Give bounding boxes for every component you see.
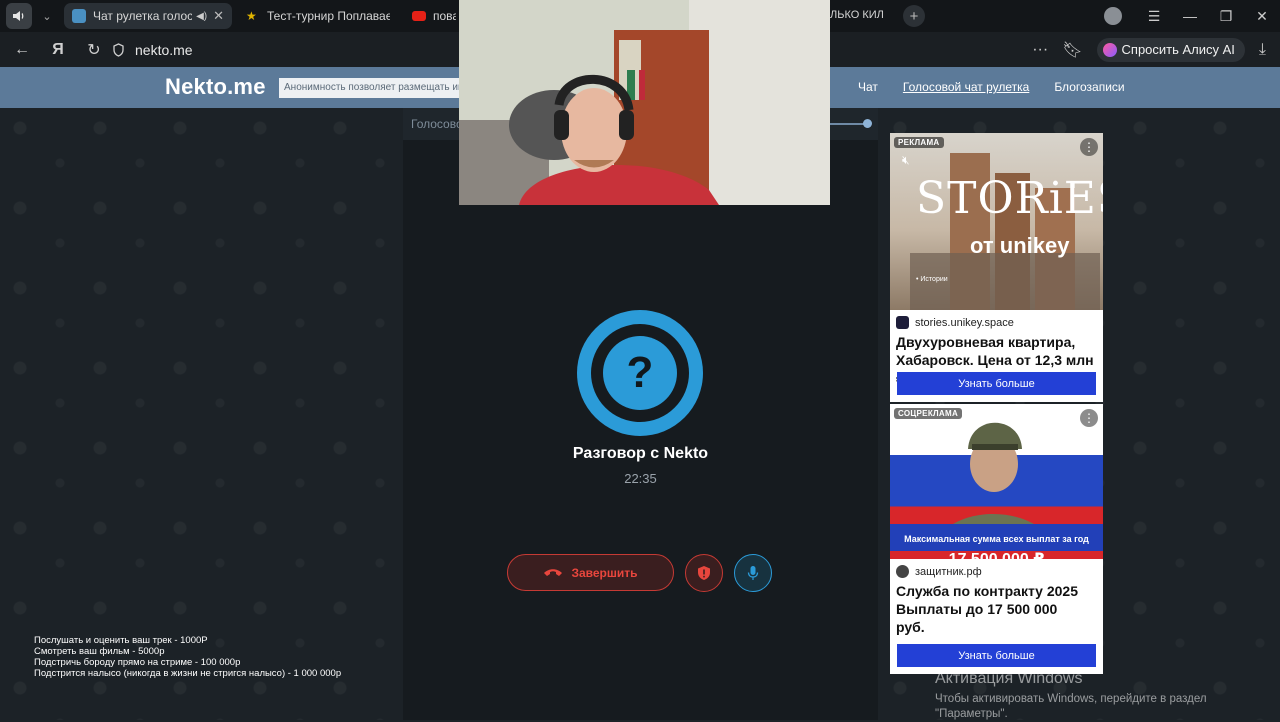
webcam-image (459, 0, 830, 205)
star-favicon-icon: ★ (246, 9, 257, 23)
window-controls: ☰ — ❐ ✕ (1104, 0, 1280, 32)
price-item: Послушать и оценить ваш трек - 1000Р (34, 635, 208, 646)
tab-title: повар (433, 9, 456, 23)
tab-title: Тест-турнир Поплаваешь (267, 9, 390, 23)
report-button[interactable] (685, 554, 723, 592)
menu-icon[interactable]: ☰ (1136, 8, 1172, 25)
tab-audio-icon: ◀) (196, 10, 208, 22)
unikey-favicon-icon (896, 316, 909, 329)
speaker-icon (13, 11, 24, 21)
ad-label: РЕКЛАМА (894, 137, 944, 148)
ad-image-title: STORiES (916, 173, 1103, 224)
ad-cta-button[interactable]: Узнать больше (897, 644, 1096, 667)
ad-image-caption: • Истории (916, 276, 948, 283)
streamer-webcam (459, 0, 830, 205)
end-call-button[interactable]: Завершить (507, 554, 674, 591)
end-call-label: Завершить (571, 565, 638, 580)
site-nav: Чат Голосовой чат рулетка Блогозаписи (858, 80, 1125, 94)
mute-icon[interactable]: 🔇︎ (902, 153, 910, 168)
tab-nekto[interactable]: Чат рулетка голосов ◀) ✕ (64, 3, 232, 29)
ad-domain-text: защитник.рф (915, 565, 982, 578)
ad-cta-button[interactable]: Узнать больше (897, 372, 1096, 395)
watermark-title: Активация Windows (935, 670, 1083, 687)
tab-list-chevron-icon[interactable]: ⌄ (36, 5, 58, 27)
ad-label: СОЦРЕКЛАМА (894, 408, 963, 419)
ad-domain: stories.unikey.space (890, 310, 1103, 329)
bookmark-icon[interactable]: 🔖︎ (1062, 40, 1082, 60)
arrow-circle-icon (896, 565, 909, 578)
ad-image-banner-text: Максимальная сумма всех выплат за год (904, 534, 1089, 544)
nav-link-voice-roulette[interactable]: Голосовой чат рулетка (903, 80, 1029, 94)
volume-knob[interactable] (863, 119, 872, 128)
back-arrow-icon[interactable]: ← (8, 36, 36, 64)
question-mark-icon: ? (603, 336, 677, 410)
ad-domain-text: stories.unikey.space (915, 316, 1014, 329)
nav-link-blog[interactable]: Блогозаписи (1054, 80, 1124, 94)
microphone-button[interactable] (734, 554, 772, 592)
tab-youtube[interactable]: повар (404, 3, 464, 29)
yandex-icon[interactable]: Я (44, 36, 72, 64)
advertisement-contract-service[interactable]: СОЦРЕКЛАМА ⋮ Максимальная сумма всех вып… (890, 404, 1103, 674)
tab-tournament[interactable]: ★ Тест-турнир Поплаваешь (238, 3, 398, 29)
avatar-ring: ? (591, 324, 689, 422)
price-item: Подстрится налысо (никогда в жизни не ст… (34, 668, 342, 679)
stream-price-list: Послушать и оценить ваш трек - 1000Р Смо… (34, 635, 341, 679)
reload-icon[interactable]: ↻ (80, 36, 108, 64)
anonymity-notice: Анонимность позволяет размещать инф (279, 78, 459, 98)
price-item: Подстричь бороду прямо на стриме - 100 0… (34, 657, 241, 668)
shield-alert-icon (698, 566, 710, 580)
nav-link-chat[interactable]: Чат (858, 80, 878, 94)
nekto-favicon-icon (72, 9, 86, 23)
ask-alice-button[interactable]: Спросить Алису AI (1096, 37, 1245, 62)
shield-icon (113, 42, 124, 57)
ad-domain: защитник.рф (890, 559, 1103, 578)
new-tab-plus-icon[interactable]: + (903, 5, 925, 27)
partner-avatar: ? (577, 310, 703, 436)
watermark-subtitle: Чтобы активировать Windows, перейдите в … (935, 693, 1207, 705)
ad-image-banner: Максимальная сумма всех выплат за год 17… (890, 524, 1103, 559)
minimize-icon[interactable]: — (1172, 8, 1208, 24)
hang-up-phone-icon (544, 568, 563, 576)
tab-title-fragment: ЛЬКО КИЛ (830, 9, 884, 21)
restore-icon[interactable]: ❐ (1208, 8, 1244, 25)
site-logo[interactable]: Nekto.me (165, 74, 266, 100)
tab-title: Чат рулетка голосов (93, 9, 193, 23)
ad-more-icon[interactable]: ⋮ (1080, 138, 1098, 156)
ad-more-icon[interactable]: ⋮ (1080, 409, 1098, 427)
tab-close-icon[interactable]: ✕ (213, 8, 224, 24)
more-dots-icon[interactable]: ··· (1032, 41, 1048, 59)
sound-toggle-button[interactable] (6, 3, 32, 29)
youtube-favicon-icon (412, 11, 426, 21)
ad-image: РЕКЛАМА ⋮ 🔇︎ STORiES от unikey • Истории (890, 133, 1103, 310)
microphone-icon (747, 566, 759, 580)
ad-image: СОЦРЕКЛАМА ⋮ Максимальная сумма всех вып… (890, 404, 1103, 559)
ad-headline: Служба по контракту 2025 Выплаты до 17 5… (896, 583, 1078, 635)
address-bar-actions: ··· 🔖︎ Спросить Алису AI ⤓ (1032, 32, 1280, 67)
url-text: nekto.me (135, 41, 193, 58)
advertisement-unikey[interactable]: РЕКЛАМА ⋮ 🔇︎ STORiES от unikey • Истории… (890, 133, 1103, 402)
close-window-icon[interactable]: ✕ (1244, 8, 1280, 25)
windows-activation-watermark: Активация Windows Чтобы активировать Win… (935, 670, 1207, 722)
alice-icon (1102, 42, 1117, 57)
price-item: Смотреть ваш фильм - 5000р (34, 646, 165, 657)
ad-image-subtitle: от unikey (970, 233, 1070, 258)
ad-image-banner-amount: 17 500 000 ₽ (890, 551, 1103, 559)
download-icon[interactable]: ⤓ (1259, 41, 1266, 59)
conversation-timer: 22:35 (624, 471, 657, 486)
profile-avatar[interactable] (1104, 7, 1122, 25)
conversation-title: Разговор с Nekto (572, 445, 709, 462)
alice-label: Спросить Алису AI (1121, 42, 1235, 57)
